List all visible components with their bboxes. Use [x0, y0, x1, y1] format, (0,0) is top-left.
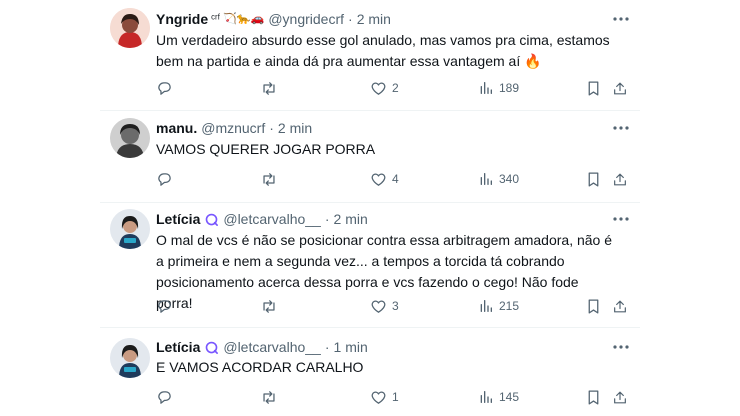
handle[interactable]: @yngridecrf — [268, 11, 344, 27]
timestamp[interactable]: 2 min — [334, 211, 368, 227]
bookmark-button[interactable] — [586, 78, 601, 98]
views-icon — [480, 173, 492, 185]
display-name[interactable]: Yngride — [156, 11, 208, 27]
share-button[interactable] — [612, 296, 628, 316]
like-button[interactable]: 2 — [370, 78, 399, 98]
tweet[interactable]: Letícia @letcarvalho__ · 1 min E VAMOS A… — [100, 327, 640, 416]
like-count: 1 — [392, 390, 399, 404]
avatar[interactable] — [110, 338, 150, 378]
bookmark-button[interactable] — [586, 387, 601, 407]
share-button[interactable] — [612, 169, 628, 189]
view-count: 145 — [499, 390, 520, 404]
avatar[interactable] — [110, 8, 150, 48]
repost-icon — [263, 81, 275, 95]
bookmark-icon — [588, 171, 599, 187]
tweet-actions: 4 340 — [156, 169, 626, 189]
share-icon — [614, 173, 626, 185]
heart-icon — [371, 300, 386, 313]
display-name[interactable]: Letícia — [156, 211, 200, 227]
views-button[interactable]: 145 — [478, 387, 519, 407]
tweet[interactable]: Letícia @letcarvalho__ · 2 min O mal de … — [100, 202, 640, 328]
heart-icon — [371, 391, 386, 404]
more-options-icon[interactable] — [612, 119, 630, 137]
reply-button[interactable] — [156, 169, 173, 189]
avatar[interactable] — [110, 118, 150, 158]
like-count: 2 — [392, 81, 399, 95]
bookmark-icon — [588, 389, 599, 405]
timestamp[interactable]: 1 min — [334, 339, 368, 355]
share-icon — [614, 300, 626, 312]
tweet-actions: 3 215 — [156, 296, 626, 316]
view-count: 189 — [499, 81, 520, 95]
share-button[interactable] — [612, 78, 628, 98]
more-options-icon[interactable] — [612, 210, 630, 228]
tweet-header: Yngride ᶜʳᶠ 🏹🐆🚗 @yngridecrf · 2 min — [156, 9, 391, 29]
repost-button[interactable] — [260, 296, 278, 316]
tweet[interactable]: Yngride ᶜʳᶠ 🏹🐆🚗 @yngridecrf · 2 min Um v… — [100, 0, 640, 111]
separator: · — [348, 11, 353, 27]
heart-icon — [371, 82, 386, 95]
views-button[interactable]: 189 — [478, 78, 519, 98]
like-button[interactable]: 1 — [370, 387, 399, 407]
bookmark-icon — [588, 80, 599, 96]
repost-button[interactable] — [260, 169, 278, 189]
repost-button[interactable] — [260, 387, 278, 407]
reply-feed: Yngride ᶜʳᶠ 🏹🐆🚗 @yngridecrf · 2 min Um v… — [100, 0, 640, 416]
views-icon — [480, 300, 492, 312]
reply-button[interactable] — [156, 387, 173, 407]
reply-icon — [158, 390, 171, 404]
like-count: 4 — [392, 172, 399, 186]
separator: · — [324, 339, 330, 355]
timestamp[interactable]: 2 min — [357, 11, 391, 27]
avatar[interactable] — [110, 209, 150, 249]
tweet-text: E VAMOS ACORDAR CARALHO — [156, 359, 364, 375]
handle[interactable]: @letcarvalho__ — [223, 339, 321, 355]
views-icon — [480, 391, 492, 403]
display-name[interactable]: Letícia — [156, 339, 200, 355]
views-icon — [480, 82, 492, 94]
repost-icon — [263, 299, 275, 313]
tweet-header: manu. @mznucrf · 2 min — [156, 118, 312, 138]
heart-icon — [371, 173, 386, 186]
share-button[interactable] — [612, 387, 628, 407]
display-name[interactable]: manu. — [156, 120, 197, 136]
more-options-icon[interactable] — [612, 338, 630, 356]
tweet-header: Letícia @letcarvalho__ · 1 min — [156, 337, 368, 357]
tweet-text: Um verdadeiro absurdo esse gol anulado, … — [156, 32, 610, 69]
share-icon — [614, 391, 626, 403]
view-count: 215 — [499, 299, 520, 313]
reply-button[interactable] — [156, 296, 173, 316]
more-options-icon[interactable] — [612, 10, 630, 28]
crescent-badge-icon — [206, 213, 219, 226]
repost-icon — [263, 172, 275, 186]
reply-icon — [158, 81, 171, 95]
reply-icon — [158, 172, 171, 186]
tweet[interactable]: manu. @mznucrf · 2 min VAMOS QUERER JOGA… — [100, 110, 640, 203]
like-button[interactable]: 3 — [370, 296, 399, 316]
reply-icon — [158, 299, 171, 313]
name-badges: ᶜʳᶠ 🏹🐆🚗 — [211, 12, 265, 25]
repost-icon — [263, 390, 275, 404]
share-icon — [614, 82, 626, 94]
like-count: 3 — [392, 299, 399, 313]
reply-button[interactable] — [156, 78, 173, 98]
bookmark-icon — [588, 298, 599, 314]
crescent-badge-icon — [206, 341, 219, 354]
tweet-actions: 2 189 — [156, 78, 626, 98]
timestamp[interactable]: 2 min — [278, 120, 312, 136]
tweet-text: VAMOS QUERER JOGAR PORRA — [156, 141, 376, 157]
repost-button[interactable] — [260, 78, 278, 98]
views-button[interactable]: 215 — [478, 296, 519, 316]
separator: · — [269, 120, 274, 136]
bookmark-button[interactable] — [586, 169, 601, 189]
bookmark-button[interactable] — [586, 296, 601, 316]
separator: · — [324, 211, 330, 227]
tweet-actions: 1 145 — [156, 387, 626, 407]
like-button[interactable]: 4 — [370, 169, 399, 189]
handle[interactable]: @mznucrf — [201, 120, 265, 136]
tweet-header: Letícia @letcarvalho__ · 2 min — [156, 209, 368, 229]
views-button[interactable]: 340 — [478, 169, 519, 189]
view-count: 340 — [499, 172, 520, 186]
handle[interactable]: @letcarvalho__ — [223, 211, 321, 227]
